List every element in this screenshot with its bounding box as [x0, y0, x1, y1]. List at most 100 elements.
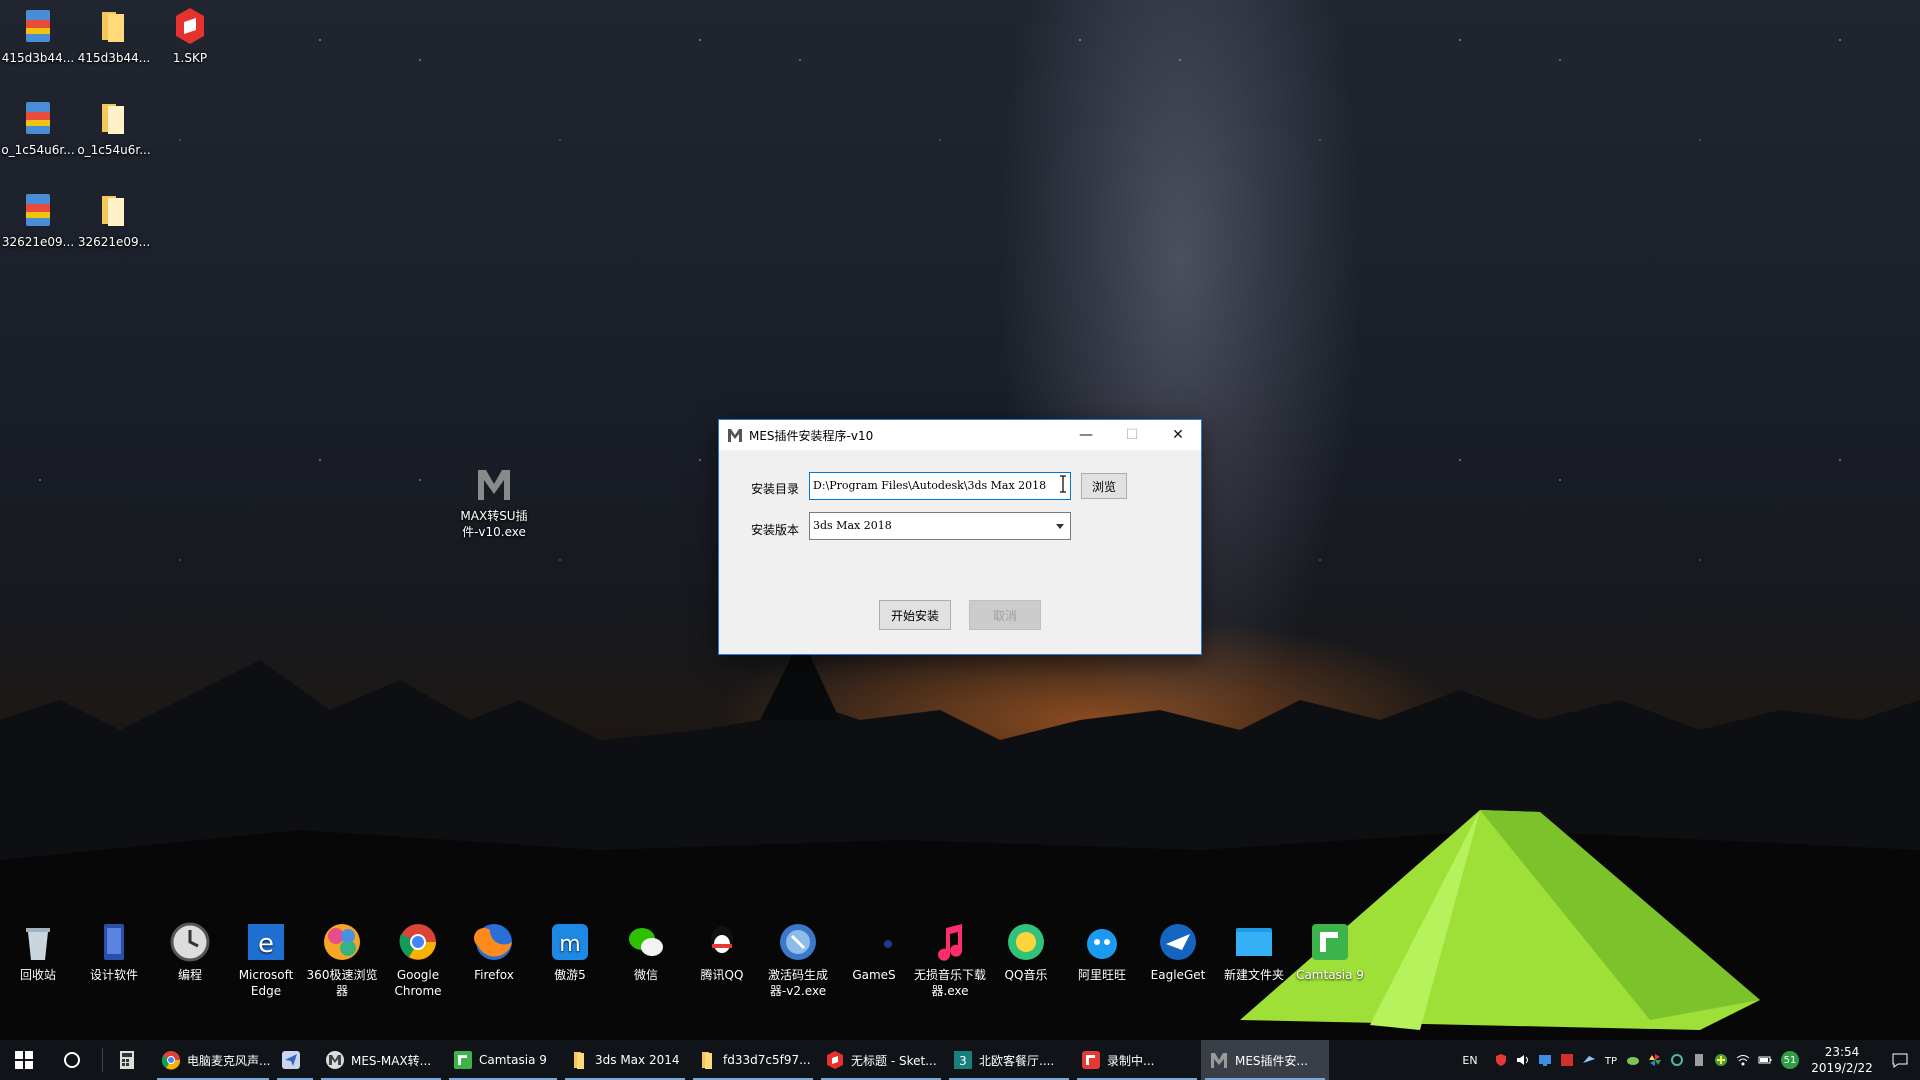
dock-item-label: EagleGet [1150, 968, 1206, 982]
taskbar-clock[interactable]: 23:54 2019/2/22 [1804, 1044, 1880, 1076]
tray-item[interactable] [1732, 1040, 1754, 1080]
dock-item[interactable]: Google Chrome [380, 920, 456, 999]
minimize-button[interactable]: — [1063, 420, 1109, 450]
maximize-button[interactable]: ☐ [1109, 420, 1155, 450]
dock-item[interactable]: 设计软件 [76, 920, 152, 983]
tray-item[interactable] [1490, 1040, 1512, 1080]
action-center-icon [1892, 1053, 1908, 1068]
tray-item[interactable]: TP [1600, 1040, 1622, 1080]
aliwangwang-icon [1087, 929, 1117, 959]
taskbar-item-camtasia[interactable]: Camtasia 9 [445, 1040, 561, 1080]
volume-icon [1517, 1055, 1528, 1065]
cortana-button[interactable] [48, 1040, 96, 1080]
dock-item-label: 激活码生成器-v2.exe [767, 968, 828, 998]
desktop-icon[interactable]: o_1c54u6r... [76, 98, 152, 158]
dock-item[interactable]: 阿里旺旺 [1064, 920, 1140, 983]
dialog-title-bar[interactable]: MES插件安装程序-v10 — ☐ ✕ [719, 420, 1201, 450]
dock-item-label: 傲游5 [554, 968, 586, 982]
tp-icon: TP [1604, 1056, 1617, 1067]
cortana-circle-icon [64, 1052, 80, 1068]
tray-item[interactable] [1688, 1040, 1710, 1080]
tray-item[interactable] [1622, 1040, 1644, 1080]
desktop-icon[interactable]: 32621e09... [76, 190, 152, 250]
dock-item-label: 无损音乐下载器.exe [913, 968, 986, 998]
music-note-icon [938, 924, 963, 961]
tray-item[interactable] [1754, 1040, 1776, 1080]
taskbar-item-mes-installer[interactable]: MES插件安... [1201, 1040, 1329, 1080]
dock-item[interactable]: 回收站 [0, 920, 76, 983]
clock-time: 23:54 [1824, 1045, 1860, 1059]
taskbar-item-mes-max[interactable]: MES-MAX转... [317, 1040, 445, 1080]
taskbar-item-label: MES-MAX转... [351, 1053, 432, 1068]
dock-item[interactable]: 360极速浏览器 [304, 920, 380, 999]
dock-item-label: 设计软件 [89, 968, 138, 982]
tray-item[interactable] [1534, 1040, 1556, 1080]
360-safe-icon [1715, 1054, 1727, 1066]
dock-item[interactable]: QQ音乐 [988, 920, 1064, 983]
tray-item[interactable] [1556, 1040, 1578, 1080]
svg-text:3: 3 [959, 1054, 967, 1068]
desktop-icon-label: 32621e09... [77, 235, 151, 249]
edge-icon: e [248, 924, 284, 960]
dock-item[interactable]: 微信 [608, 920, 684, 983]
dock-item[interactable]: Camtasia 9 [1292, 920, 1368, 983]
taskbar-item-label: 3ds Max 2014 [595, 1053, 680, 1067]
desktop-icon[interactable]: 1.SKP [152, 6, 228, 66]
taskbar-item-3dsmax[interactable]: 3 北欧客餐厅.... [945, 1040, 1073, 1080]
qq-music-icon [1008, 924, 1044, 960]
version-select[interactable]: 3ds Max 2018 [809, 512, 1071, 540]
tray-item[interactable] [1578, 1040, 1600, 1080]
tray-item[interactable] [1644, 1040, 1666, 1080]
dock-item[interactable]: GameS [836, 920, 912, 983]
dock-item[interactable]: 激活码生成器-v2.exe [760, 920, 836, 999]
winrar-archive-icon [26, 10, 50, 42]
desktop-icon-label: 32621e09... [1, 235, 75, 249]
desktop-icon-label: MAX转SU插件-v10.exe [460, 509, 528, 539]
dock-item[interactable]: 新建文件夹 [1216, 920, 1292, 983]
start-install-button[interactable]: 开始安装 [879, 600, 951, 630]
dock-item[interactable]: e Microsoft Edge [228, 920, 304, 999]
folder-icon [574, 1052, 584, 1069]
mes-m-icon [326, 1051, 344, 1069]
text-cursor-icon [1060, 475, 1066, 493]
start-button[interactable] [0, 1040, 48, 1080]
dock-item[interactable]: m 傲游5 [532, 920, 608, 983]
taskbar-item-sketchup[interactable]: 无标题 - Sket... [817, 1040, 945, 1080]
maxthon-icon: m [552, 924, 588, 960]
taskbar-item-paper-plane[interactable] [273, 1040, 317, 1080]
input-language[interactable]: EN [1450, 1040, 1490, 1080]
tray-item[interactable] [1666, 1040, 1688, 1080]
taskbar-item-label: MES插件安... [1235, 1053, 1308, 1068]
desktop-icon[interactable]: 415d3b44... [0, 6, 76, 66]
desktop-icon[interactable]: o_1c54u6r... [0, 98, 76, 158]
taskbar-item-fd33-folder[interactable]: fd33d7c5f97... [689, 1040, 817, 1080]
desktop-icon[interactable]: MAX转SU插件-v10.exe [455, 464, 533, 540]
pinwheel-icon [1649, 1054, 1661, 1066]
dock-item[interactable]: 腾讯QQ [684, 920, 760, 983]
browse-button[interactable]: 浏览 [1081, 473, 1127, 499]
taskbar-item-recorder[interactable]: 录制中... [1073, 1040, 1201, 1080]
tray-item[interactable]: 51 [1776, 1040, 1804, 1080]
install-dir-input[interactable]: D:\Program Files\Autodesk\3ds Max 2018 [809, 472, 1071, 500]
taskbar-item-3dsmax-folder[interactable]: 3ds Max 2014 [561, 1040, 689, 1080]
recycle-bin-icon [26, 928, 50, 960]
dock-item[interactable]: 无损音乐下载器.exe [912, 920, 988, 999]
chrome-icon [399, 924, 436, 960]
taskbar-item-chrome[interactable]: 电脑麦克风声... [153, 1040, 273, 1080]
tray-item[interactable] [1512, 1040, 1534, 1080]
action-center-button[interactable] [1880, 1040, 1920, 1080]
dock-item[interactable]: 编程 [152, 920, 228, 983]
tray-item[interactable] [1710, 1040, 1732, 1080]
close-button[interactable]: ✕ [1155, 420, 1201, 450]
mes-m-icon [478, 470, 510, 500]
dock-item[interactable]: EagleGet [1140, 920, 1216, 983]
cancel-button[interactable]: 取消 [969, 600, 1041, 630]
taskbar-item-calculator[interactable] [109, 1040, 153, 1080]
taskbar: 电脑麦克风声... MES-MAX转... Camtasia 9 3ds Max… [0, 1040, 1920, 1080]
dock-item[interactable]: Firefox [456, 920, 532, 983]
desktop-icon[interactable]: 415d3b44... [76, 6, 152, 66]
clock-icon [170, 922, 210, 962]
dock-item-label: Microsoft Edge [238, 968, 294, 998]
cloud-icon [1627, 1057, 1639, 1065]
desktop-icon[interactable]: 32621e09... [0, 190, 76, 250]
